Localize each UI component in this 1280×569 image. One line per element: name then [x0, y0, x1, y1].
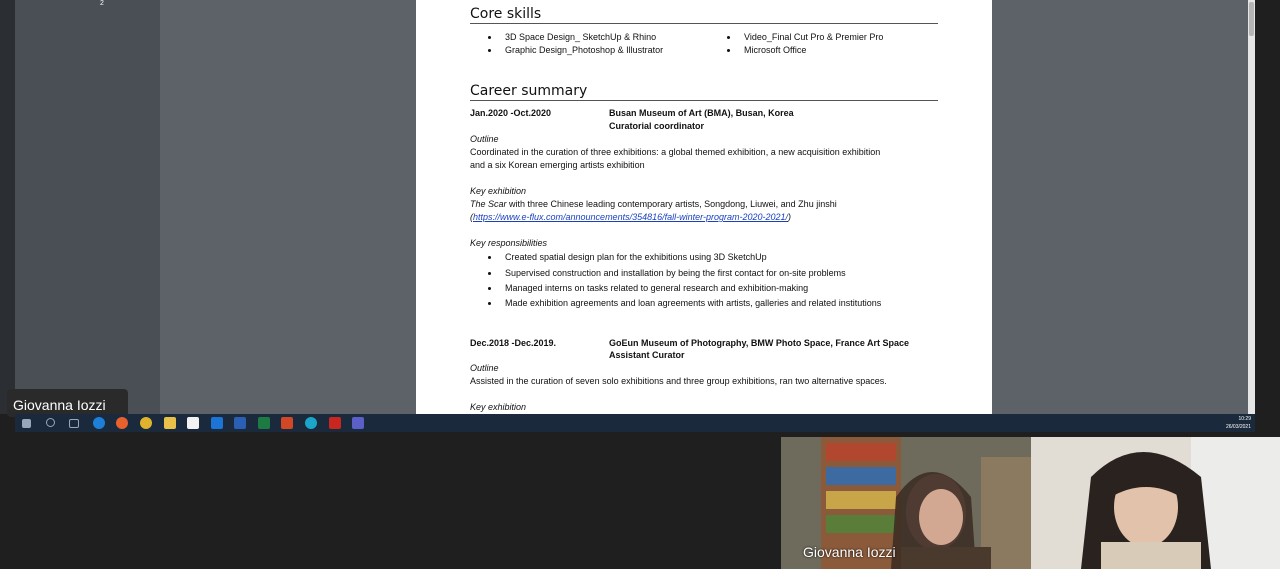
participant-video-feed: [1031, 437, 1280, 569]
exhibition-description: The Scar with three Chinese leading cont…: [470, 198, 837, 210]
bullet: [488, 302, 491, 305]
heading-rule: [470, 23, 938, 24]
job-role: Curatorial coordinator: [609, 121, 705, 131]
scrollbar-thumb[interactable]: [1249, 2, 1254, 36]
outline-text: and a six Korean emerging artists exhibi…: [470, 160, 645, 170]
presenter-name: Giovanna Iozzi: [13, 397, 106, 413]
word-icon[interactable]: [234, 417, 246, 429]
bullet: [488, 256, 491, 259]
exhibition-text: with three Chinese leading contemporary …: [506, 199, 837, 209]
vertical-scrollbar[interactable]: [1248, 0, 1255, 414]
teams-icon[interactable]: [352, 417, 364, 429]
presenter-name-tag: Giovanna Iozzi: [7, 389, 128, 417]
bullet: [727, 49, 730, 52]
job-organization: Busan Museum of Art (BMA), Busan, Korea: [609, 108, 794, 118]
responsibility-item: Created spatial design plan for the exhi…: [505, 252, 767, 262]
participant-video-tile[interactable]: Giovanna Iozzi: [781, 437, 1031, 569]
mail-icon[interactable]: [211, 417, 223, 429]
document-viewer[interactable]: Core skills 3D Space Design_ SketchUp & …: [160, 0, 1248, 414]
firefox-icon[interactable]: [116, 417, 128, 429]
clock[interactable]: 10:29 26/03/2021: [1226, 415, 1251, 431]
career-summary-heading: Career summary: [470, 83, 588, 99]
file-explorer-icon[interactable]: [164, 417, 176, 429]
responsibility-item: Made exhibition agreements and loan agre…: [505, 298, 882, 308]
clock-date: 26/03/2021: [1225, 424, 1251, 430]
chrome-icon[interactable]: [140, 417, 152, 429]
outline-text: Assisted in the curation of seven solo e…: [470, 376, 887, 386]
responsibilities-label: Key responsibilities: [470, 238, 548, 248]
job-organization: GoEun Museum of Photography, BMW Photo S…: [609, 338, 910, 348]
job-role: Assistant Curator: [609, 350, 685, 360]
bullet: [488, 272, 491, 275]
skill-item: Video_Final Cut Pro & Premier Pro: [744, 32, 884, 42]
outline-text: Coordinated in the curation of three exh…: [470, 147, 881, 157]
core-skills-heading: Core skills: [470, 6, 542, 22]
taskbar: 10:29 26/03/2021: [15, 414, 1255, 432]
windows-start-icon[interactable]: [22, 419, 31, 428]
bullet: [727, 36, 730, 39]
exhibition-title: The Scar: [470, 199, 507, 209]
task-view-icon[interactable]: [69, 419, 79, 428]
skill-item: 3D Space Design_ SketchUp & Rhino: [505, 32, 657, 42]
bullet: [488, 49, 491, 52]
heading-rule: [470, 100, 938, 101]
bullet: [488, 36, 491, 39]
key-exhibition-label: Key exhibition: [470, 402, 527, 412]
edge-new-icon[interactable]: [305, 417, 317, 429]
outline-label: Outline: [470, 363, 499, 373]
powerpoint-icon[interactable]: [281, 417, 293, 429]
link-paren: ): [788, 212, 791, 222]
clock-time: 10:29: [1238, 416, 1251, 422]
thumbnail-page-number: 2: [100, 0, 104, 7]
outline-label: Outline: [470, 134, 499, 144]
job-dates: Dec.2018 -Dec.2019.: [470, 338, 557, 348]
document-page: Core skills 3D Space Design_ SketchUp & …: [416, 0, 992, 414]
job-dates: Jan.2020 -Oct.2020: [470, 108, 552, 118]
edge-icon[interactable]: [93, 417, 105, 429]
skill-item: Microsoft Office: [744, 45, 807, 55]
acrobat-icon[interactable]: [329, 417, 341, 429]
shared-screen: 2 Core skills 3D Space Design_ SketchUp …: [0, 0, 1255, 414]
excel-icon[interactable]: [258, 417, 270, 429]
page-thumbnails-panel[interactable]: 2: [15, 0, 160, 414]
responsibility-item: Managed interns on tasks related to gene…: [505, 283, 809, 293]
key-exhibition-label: Key exhibition: [470, 186, 527, 196]
skill-item: Graphic Design_Photoshop & Illustrator: [505, 45, 664, 55]
store-icon[interactable]: [187, 417, 199, 429]
exhibition-link[interactable]: https://www.e-flux.com/announcements/354…: [473, 212, 788, 222]
search-icon[interactable]: [46, 418, 55, 427]
participant-name: Giovanna Iozzi: [803, 544, 896, 560]
participant-video-tile[interactable]: [1031, 437, 1280, 569]
bullet: [488, 287, 491, 290]
responsibility-item: Supervised construction and installation…: [505, 268, 846, 278]
exhibition-link-line: (https://www.e-flux.com/announcements/35…: [470, 211, 791, 223]
